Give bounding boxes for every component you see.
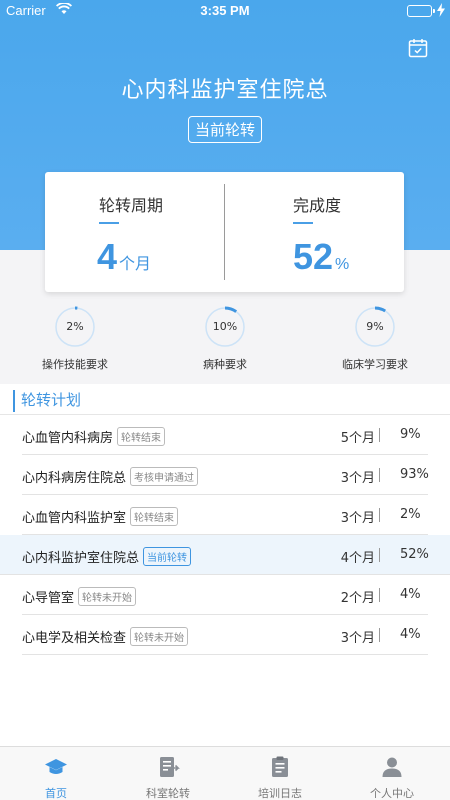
plan-row-name: 心导管室 [22, 591, 75, 606]
tab-home-label: 首页 [45, 787, 67, 800]
completion-label: 完成度 [293, 196, 342, 215]
plan-row-separator [379, 588, 380, 602]
plan-row-current[interactable]: 心内科监护室住院总 当前轮转 4个月 52% [0, 535, 450, 575]
plan-row-separator [379, 548, 380, 562]
period-column: 轮转周期 4 个月 [45, 172, 224, 292]
calendar-icon[interactable] [408, 38, 428, 58]
progress-label-skill: 操作技能要求 [42, 358, 108, 371]
progress-pct-skill: 2% [66, 320, 84, 333]
plan-row-period: 3个月 [340, 471, 375, 486]
plan-row[interactable]: 心血管内科监护室 轮转结束 3个月 2% [22, 495, 428, 535]
progress-label-disease: 病种要求 [203, 358, 247, 371]
tab-profile-label: 个人中心 [370, 787, 414, 800]
plan-row-rate: 4% [400, 587, 421, 602]
charging-icon [437, 3, 445, 21]
progress-pct-clinical: 9% [366, 320, 384, 333]
tab-training-log-label: 培训日志 [258, 787, 302, 800]
plan-row-status-tag: 轮转结束 [117, 427, 166, 446]
plan-row-status-tag: 考核申请通过 [130, 467, 199, 486]
plan-row-rate: 4% [400, 627, 421, 642]
completion-accent-line [293, 222, 313, 224]
period-accent-line [99, 222, 119, 224]
battery-icon [407, 5, 435, 17]
plan-row-separator [379, 468, 380, 482]
graduation-cap-icon [44, 755, 68, 779]
plan-row-rate: 52% [400, 547, 429, 562]
completion-column: 完成度 52% [225, 172, 404, 292]
plan-row-name: 心血管内科病房 [22, 431, 114, 446]
plan-row-rate: 9% [400, 427, 421, 442]
progress-pct-disease: 10% [212, 320, 238, 333]
progress-label-clinical: 临床学习要求 [342, 358, 408, 371]
tab-rotation-label: 科室轮转 [146, 787, 190, 800]
completion-unit: % [335, 256, 350, 273]
clipboard-icon [268, 755, 292, 779]
rotation-icon [156, 755, 180, 779]
tab-rotation[interactable]: 科室轮转 [112, 747, 224, 800]
progress-ring-disease: 10% [204, 306, 246, 348]
plan-row-period: 4个月 [340, 551, 375, 566]
progress-ring-skill: 2% [54, 306, 96, 348]
plan-row-rate: 93% [400, 467, 429, 482]
plan-row-status-tag: 轮转未开始 [78, 587, 137, 606]
plan-row-status-tag: 轮转结束 [130, 507, 179, 526]
plan-row-name: 心内科病房住院总 [22, 471, 127, 486]
status-bar: Carrier 3:35 PM [0, 0, 450, 22]
plan-row[interactable]: 心电学及相关检查 轮转未开始 3个月 4% [22, 615, 428, 655]
plan-row[interactable]: 心导管室 轮转未开始 2个月 4% [22, 575, 428, 615]
period-unit: 个月 [119, 256, 152, 273]
period-label: 轮转周期 [99, 196, 164, 215]
person-icon [380, 755, 404, 779]
plan-row-rate: 2% [400, 507, 421, 522]
completion-value: 52% [293, 236, 350, 277]
clock: 3:35 PM [200, 3, 250, 18]
summary-card: 轮转周期 4 个月 完成度 52% [45, 172, 404, 292]
current-rotation-badge: 当前轮转 [187, 116, 262, 143]
plan-row-period: 5个月 [340, 431, 375, 446]
tab-bar: 首页 科室轮转 培训日志 个人中心 [0, 746, 450, 800]
page-title: 心内科监护室住院总 [121, 78, 329, 103]
plan-row-period: 3个月 [340, 511, 375, 526]
progress-ring-clinical: 9% [354, 306, 396, 348]
plan-row-period: 3个月 [340, 631, 375, 646]
plan-row-status-tag: 当前轮转 [143, 547, 192, 566]
plan-row[interactable]: 心内科病房住院总 考核申请通过 3个月 93% [22, 455, 429, 495]
tab-home[interactable]: 首页 [0, 747, 112, 800]
progress-disease[interactable]: 10% 病种要求 [164, 306, 284, 376]
plan-section-title: 轮转计划 [13, 390, 81, 412]
period-value: 4 个月 [97, 236, 152, 277]
tab-profile[interactable]: 个人中心 [336, 747, 448, 800]
plan-row[interactable]: 心血管内科病房 轮转结束 5个月 9% [22, 415, 428, 455]
tab-training-log[interactable]: 培训日志 [224, 747, 336, 800]
plan-row-separator [379, 508, 380, 522]
progress-clinical[interactable]: 9% 临床学习要求 [314, 306, 434, 376]
rotation-plan-list: 心血管内科病房 轮转结束 5个月 9% 心内科病房住院总 考核申请通过 3个月 93… [0, 415, 450, 655]
plan-row-name: 心内科监护室住院总 [22, 551, 140, 566]
plan-row-separator [379, 428, 380, 442]
plan-row-period: 2个月 [340, 591, 375, 606]
plan-row-separator [379, 628, 380, 642]
plan-row-name: 心血管内科监护室 [22, 511, 127, 526]
plan-row-name: 心电学及相关检查 [22, 631, 127, 646]
plan-row-status-tag: 轮转未开始 [130, 627, 189, 646]
progress-skill[interactable]: 2% 操作技能要求 [14, 306, 134, 376]
